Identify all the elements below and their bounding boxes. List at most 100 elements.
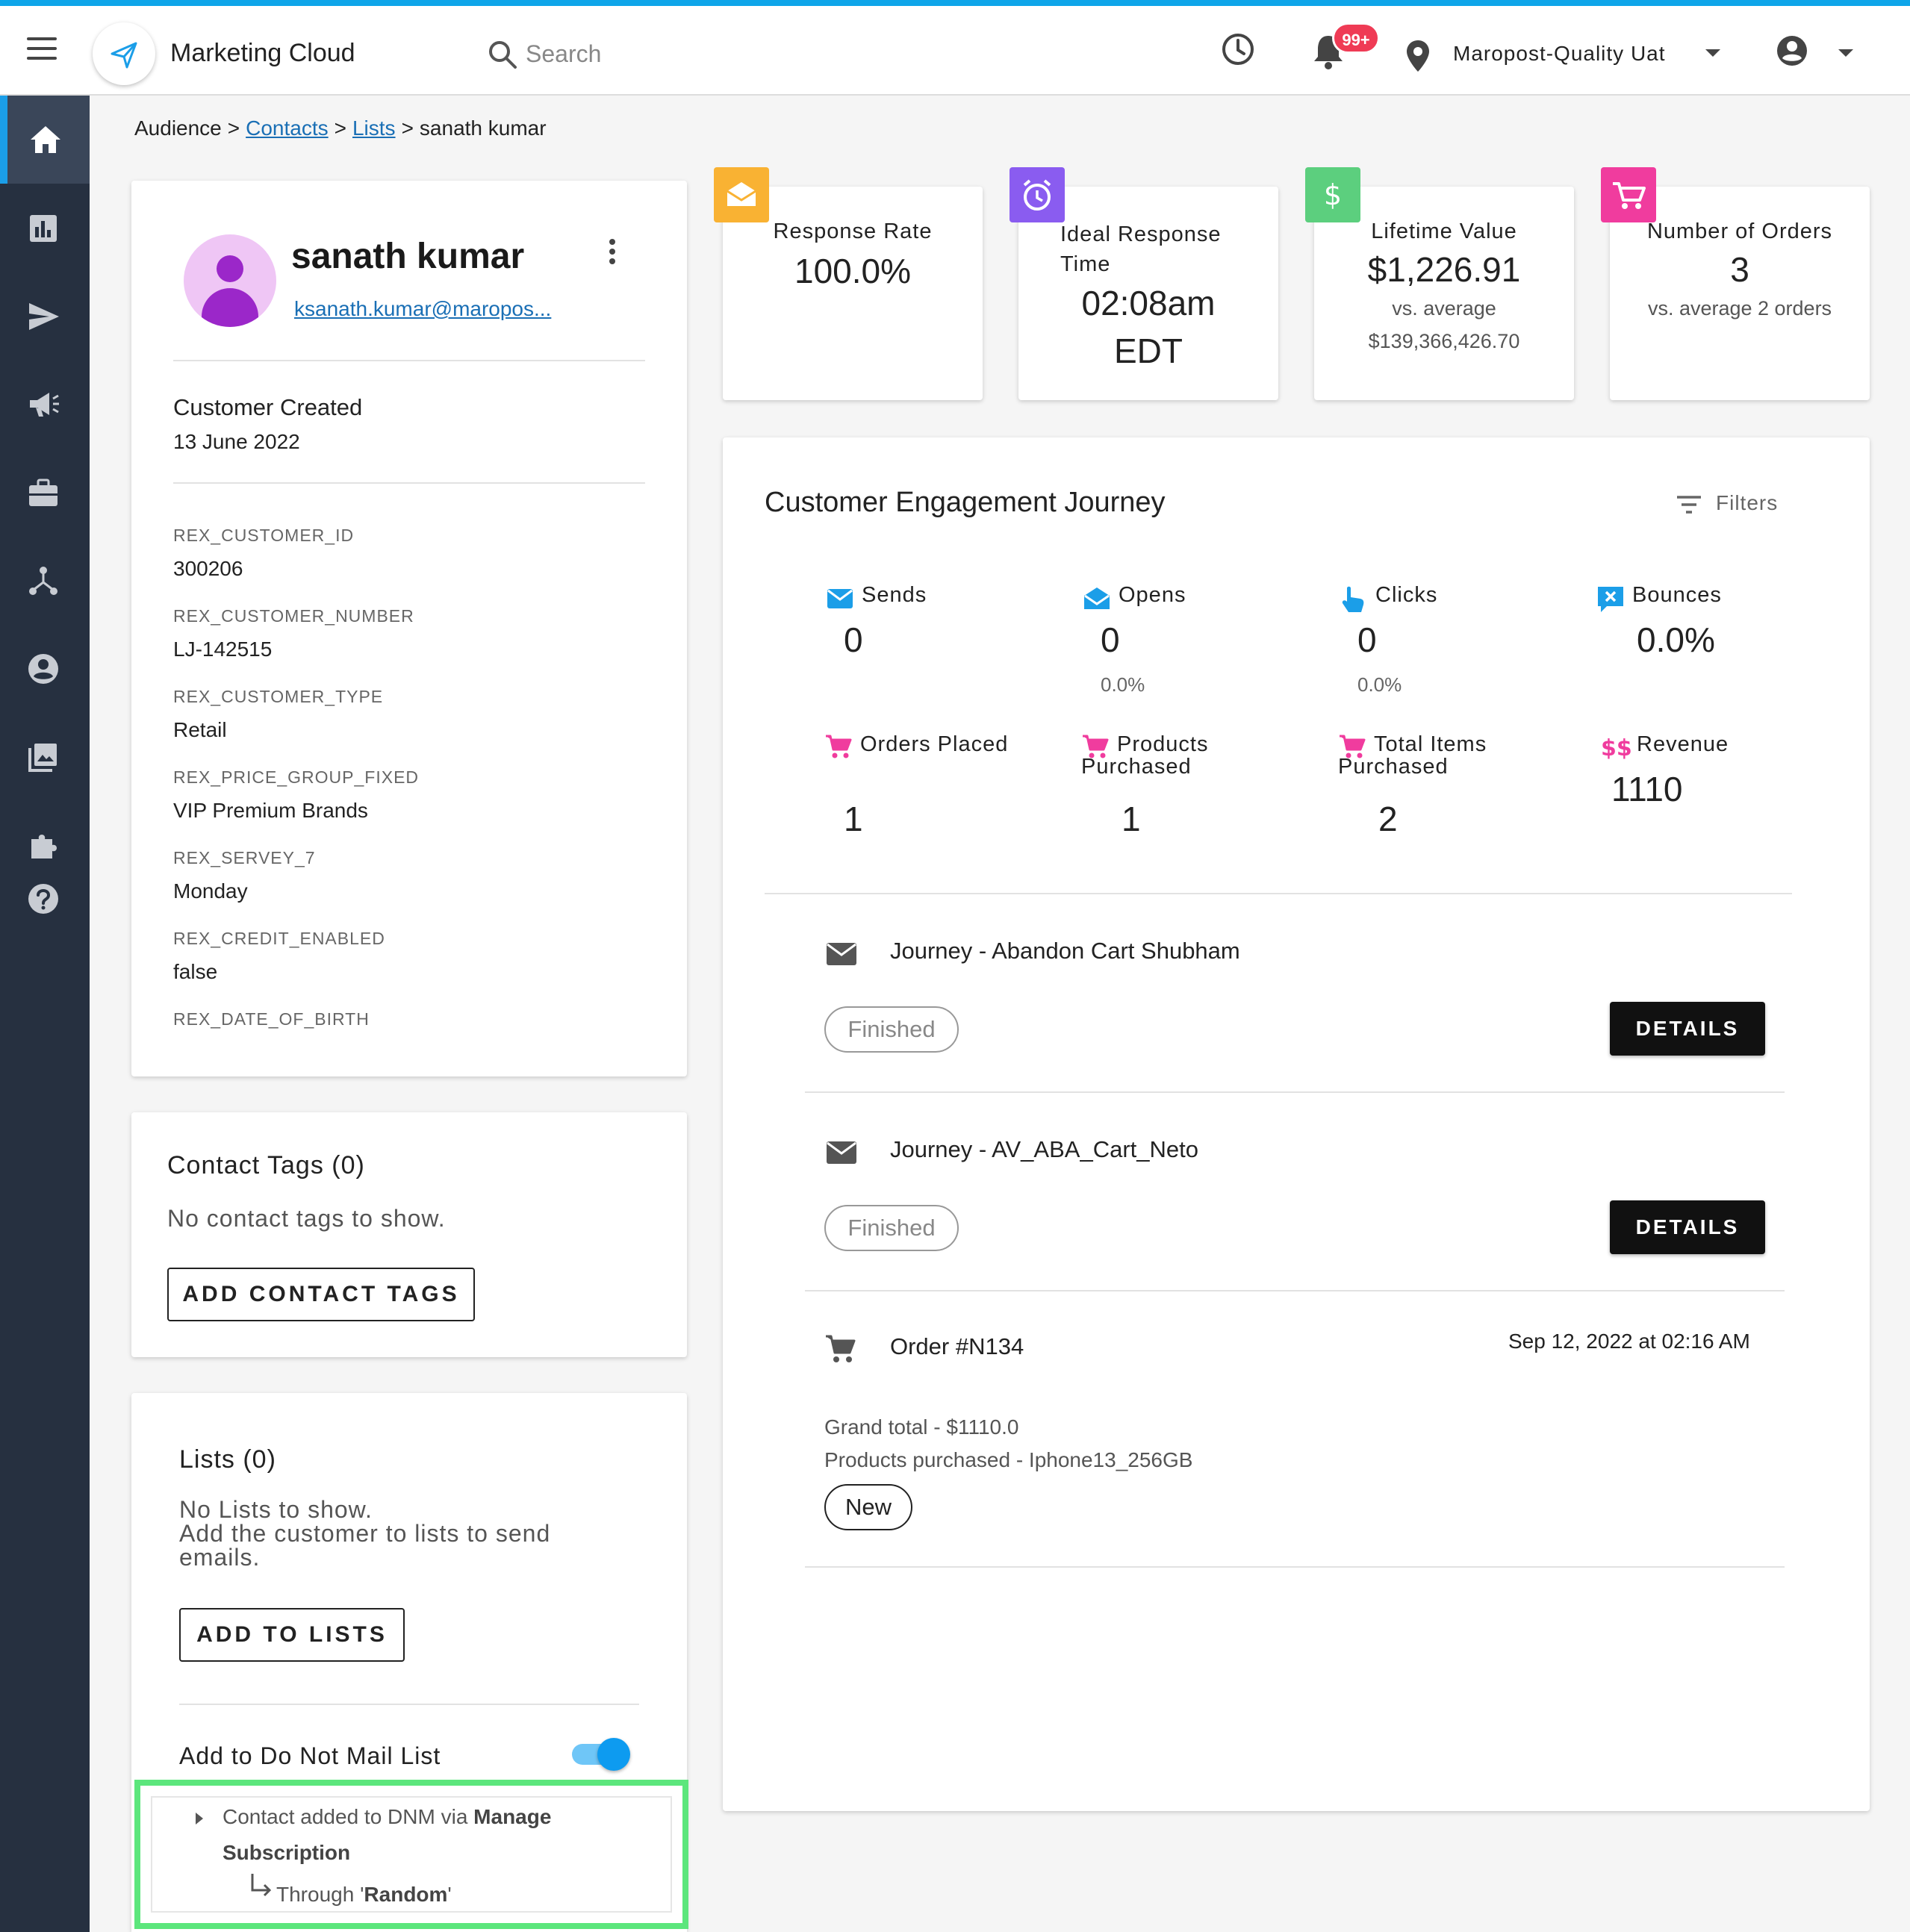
customer-created-date: 13 June 2022 <box>173 430 300 453</box>
dnm-note-text: Contact added to DNM via Manage <box>223 1805 552 1828</box>
profile-email-link[interactable]: ksanath.kumar@maropos... <box>294 297 551 321</box>
sidebar-item-announcements[interactable] <box>0 360 90 448</box>
briefcase-icon <box>29 479 57 506</box>
bar-chart-icon <box>30 215 57 242</box>
sidebar-item-audience[interactable] <box>0 624 90 712</box>
field-label: REX_CUSTOMER_ID <box>173 526 355 545</box>
metric-sub: 0.0% <box>1357 673 1402 696</box>
field-label: REX_CREDIT_ENABLED <box>173 929 385 948</box>
order-title[interactable]: Order #N134 <box>890 1333 1024 1360</box>
sidebar-item-home[interactable] <box>0 96 90 184</box>
lists-title: Lists (0) <box>179 1445 276 1474</box>
menu-icon[interactable] <box>27 37 57 60</box>
user-avatar-icon[interactable] <box>1776 34 1808 67</box>
hierarchy-icon <box>29 567 57 595</box>
stat-label: Response Rate <box>773 219 933 243</box>
search-input[interactable]: Search <box>526 40 601 68</box>
metric-value: 2 <box>1378 800 1398 838</box>
field-value: 300206 <box>173 557 243 580</box>
mail-icon <box>827 1141 856 1164</box>
sidebar-item-workspace[interactable] <box>0 448 90 536</box>
metric-label: Sends <box>862 583 927 607</box>
mail-icon <box>827 589 853 608</box>
dnm-note: Contact added to DNM via Manage Subscrip… <box>151 1796 672 1913</box>
breadcrumb-lists-link[interactable]: Lists <box>352 116 396 140</box>
field-value: Retail <box>173 718 227 741</box>
sidebar-item-journeys[interactable] <box>0 536 90 624</box>
sidebar-item-reports[interactable] <box>0 184 90 272</box>
home-icon <box>31 126 60 153</box>
field-value: false <box>173 960 218 983</box>
customer-created-label: Customer Created <box>173 394 363 420</box>
mail-open-icon <box>1084 588 1110 609</box>
metric-label: Clicks <box>1375 583 1438 607</box>
metric-label: Revenue <box>1637 732 1729 756</box>
image-library-icon <box>28 744 57 772</box>
expand-arrow-icon[interactable] <box>194 1811 205 1826</box>
divider <box>805 1290 1785 1291</box>
stat-value: 02:08am EDT <box>1081 284 1216 370</box>
notifications-badge: 99+ <box>1332 22 1380 54</box>
dnm-toggle-knob[interactable] <box>597 1738 630 1771</box>
top-accent-line <box>0 0 1910 6</box>
divider <box>805 1091 1785 1093</box>
metric-value: 0.0% <box>1637 620 1715 659</box>
dnm-label: Add to Do Not Mail List <box>179 1742 441 1769</box>
field-label: REX_SERVEY_7 <box>173 848 316 867</box>
search-bar[interactable]: Search <box>485 33 859 75</box>
filters-button[interactable]: Filters <box>1677 491 1778 515</box>
stat-value: 3 <box>1730 250 1749 289</box>
account-chevron-down-icon[interactable] <box>1704 48 1722 58</box>
add-to-lists-button[interactable]: ADD TO LISTS <box>179 1608 405 1662</box>
dollar-icon: $ <box>1305 167 1360 222</box>
profile-name: sanath kumar <box>291 237 525 276</box>
metric-value: 1 <box>844 800 863 838</box>
breadcrumb-contacts-link[interactable]: Contacts <box>246 116 329 140</box>
stat-label: Number of Orders <box>1646 219 1833 243</box>
sidebar-item-campaigns[interactable] <box>0 272 90 360</box>
breadcrumb: Audience > Contacts > Lists > sanath kumar <box>134 116 547 140</box>
more-options-icon[interactable] <box>609 239 617 268</box>
engagement-card: Customer Engagement Journey Filters Send… <box>723 437 1870 1811</box>
stat-sub: vs. average <box>1392 297 1496 320</box>
metric-sub: 0.0% <box>1101 673 1145 696</box>
help-icon <box>28 884 58 914</box>
profile-card: sanath kumar ksanath.kumar@maropos... Cu… <box>131 181 687 1076</box>
sidebar-item-help[interactable] <box>0 854 90 942</box>
sidebar-item-content[interactable] <box>0 712 90 800</box>
journey-details-button[interactable]: DETAILS <box>1610 1002 1765 1056</box>
cart-icon <box>1601 167 1656 222</box>
metric-value: 1110 <box>1611 770 1683 808</box>
engagement-title: Customer Engagement Journey <box>765 487 1166 518</box>
stat-label: Lifetime Value <box>1371 219 1517 243</box>
location-pin-icon <box>1407 40 1429 72</box>
metric-label: Opens <box>1119 583 1186 607</box>
journey-details-button[interactable]: DETAILS <box>1610 1200 1765 1254</box>
app-title: Marketing Cloud <box>170 39 355 67</box>
stat-label: Ideal Response Time <box>1060 222 1222 276</box>
account-selector[interactable]: Maropost-Quality Uat <box>1453 42 1666 66</box>
sidebar <box>0 96 90 1932</box>
app-logo[interactable] <box>93 22 155 85</box>
stat-sub: $139,366,426.70 <box>1368 330 1520 352</box>
status-badge: Finished <box>824 1006 959 1053</box>
metric-label: Bounces <box>1632 583 1722 607</box>
journey-title[interactable]: Journey - Abandon Cart Shubham <box>890 938 1240 965</box>
field-label: REX_DATE_OF_BIRTH <box>173 1009 370 1029</box>
metric-value: 0 <box>844 620 863 659</box>
field-value: Monday <box>173 879 248 903</box>
add-contact-tags-button[interactable]: ADD CONTACT TAGS <box>167 1268 475 1321</box>
megaphone-icon <box>30 393 59 417</box>
divider <box>765 893 1792 894</box>
history-clock-icon[interactable] <box>1220 31 1256 67</box>
field-value: VIP Premium Brands <box>173 799 368 822</box>
contact-tags-title: Contact Tags (0) <box>167 1151 365 1180</box>
status-badge: Finished <box>824 1205 959 1251</box>
user-menu-chevron-down-icon[interactable] <box>1837 48 1855 58</box>
avatar <box>184 234 276 327</box>
dnm-through-text: Through 'Random' <box>276 1883 452 1906</box>
divider <box>179 1704 639 1705</box>
stat-value: 100.0% <box>794 252 911 290</box>
journey-title[interactable]: Journey - AV_ABA_Cart_Neto <box>890 1136 1198 1163</box>
metric-label: Total Items Purchased <box>1338 732 1487 779</box>
